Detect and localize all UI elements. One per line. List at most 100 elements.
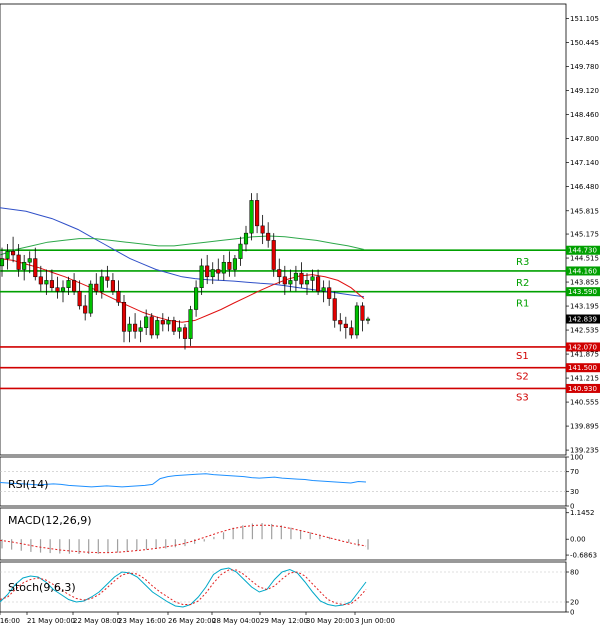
stoch-axis-tick-label: 80 bbox=[570, 569, 579, 577]
candle-body bbox=[182, 327, 188, 339]
rsi-axis-tick-label: 100 bbox=[570, 454, 583, 462]
price-axis-tick-label: 143.195 bbox=[570, 303, 599, 311]
candle-body bbox=[205, 265, 210, 278]
rsi-pane: 10070300RSI(14) bbox=[0, 454, 583, 511]
time-tick-label: 26 May 20:00 bbox=[168, 617, 216, 625]
candle-body bbox=[55, 287, 60, 292]
level-tag-text-r2: 144.160 bbox=[568, 267, 597, 275]
candle-body bbox=[332, 298, 337, 321]
level-tag-text-r3: 144.730 bbox=[568, 247, 597, 255]
price-axis-tick-label: 149.120 bbox=[570, 87, 599, 95]
candle-body bbox=[5, 251, 10, 259]
price-axis-tick-label: 147.140 bbox=[570, 159, 599, 167]
candle-body bbox=[243, 232, 249, 245]
candle-body bbox=[271, 240, 276, 270]
level-name-s1: S1 bbox=[516, 351, 529, 362]
candle-body bbox=[99, 276, 104, 292]
level-name-s2: S2 bbox=[516, 372, 529, 383]
price-pane: 151.105 150.445 149.780 149.120 148.460 147.8… bbox=[0, 3, 600, 456]
time-axis: 20 May 16:00 21 May 00:0022 May 08:0023 M… bbox=[0, 612, 395, 625]
candle-body bbox=[365, 318, 371, 321]
stoch-pane: 80 20 0 Stoch(9,6,3) bbox=[0, 561, 579, 617]
candle bbox=[88, 280, 93, 317]
candle-body bbox=[210, 269, 215, 278]
candle-body bbox=[232, 258, 237, 270]
stoch-axis-tick-label: 20 bbox=[570, 599, 579, 607]
candle-body bbox=[155, 320, 160, 336]
price-axis-tick-label: 145.175 bbox=[570, 231, 599, 239]
macd-axis-tick-label: -0.6863 bbox=[570, 552, 597, 560]
candle-body bbox=[38, 276, 43, 285]
candle-body bbox=[171, 320, 176, 332]
candle-body bbox=[49, 280, 54, 288]
price-axis-tick-label: 143.855 bbox=[570, 279, 599, 287]
candle-body bbox=[238, 243, 243, 259]
candle-body bbox=[260, 225, 265, 234]
time-tick-label: 23 May 16:00 bbox=[118, 617, 166, 625]
level-tag-text-s2: 141.500 bbox=[568, 364, 597, 372]
candle-body bbox=[177, 327, 182, 332]
macd-pane: 1.1452 0.00 -0.6863 MACD(12,26,9) bbox=[0, 507, 597, 561]
candle-body bbox=[194, 287, 199, 310]
candle-body bbox=[216, 269, 221, 274]
candle-body bbox=[66, 280, 71, 288]
level-name-s3: S3 bbox=[516, 392, 529, 403]
macd-axis-tick-label: 1.1452 bbox=[570, 509, 595, 517]
candle bbox=[354, 302, 359, 339]
candle-body bbox=[277, 269, 282, 278]
candle-body bbox=[110, 280, 115, 292]
candle-body bbox=[160, 320, 165, 325]
price-axis-tick-label: 142.535 bbox=[570, 327, 599, 335]
time-tick-label: 22 May 08:00 bbox=[73, 617, 121, 625]
candle-body bbox=[360, 305, 365, 321]
candle-body bbox=[227, 261, 232, 270]
candle-body bbox=[83, 305, 88, 314]
price-axis-tick-label: 139.895 bbox=[570, 423, 599, 431]
candle-body bbox=[266, 232, 271, 241]
candle bbox=[149, 313, 154, 339]
level-name-r1: R1 bbox=[516, 299, 529, 310]
price-axis-tick-label: 150.445 bbox=[570, 39, 599, 47]
candle-body bbox=[282, 276, 287, 285]
candle-body bbox=[188, 309, 193, 339]
level-tag-text-r1: 143.590 bbox=[568, 288, 597, 296]
stoch-pane-frame bbox=[0, 561, 567, 613]
candle-body bbox=[310, 276, 315, 281]
price-axis-tick-label: 140.555 bbox=[570, 399, 599, 407]
candle-body bbox=[33, 258, 38, 278]
candle-body bbox=[327, 287, 332, 299]
candle-body bbox=[72, 280, 77, 292]
trading-chart: 151.105 150.445 149.780 149.120 148.460 147.8… bbox=[0, 3, 600, 625]
time-tick-label: 30 May 20:00 bbox=[306, 617, 354, 625]
level-name-r3: R3 bbox=[516, 257, 529, 268]
candle-body bbox=[22, 261, 27, 270]
candle-body bbox=[149, 316, 154, 336]
candle-body bbox=[105, 276, 110, 281]
rsi-axis-tick-label: 70 bbox=[570, 468, 579, 476]
candle-body bbox=[16, 254, 21, 270]
time-tick-label: 20 May 16:00 bbox=[0, 617, 20, 625]
candle-body bbox=[299, 272, 304, 285]
macd-title: MACD(12,26,9) bbox=[8, 514, 92, 527]
macd-axis-tick-label: 0.00 bbox=[570, 536, 586, 544]
level-tag-text-s3: 140.930 bbox=[568, 385, 597, 393]
rsi-pane-frame bbox=[0, 456, 567, 507]
price-pane-frame bbox=[0, 3, 567, 456]
rsi-title: RSI(14) bbox=[8, 478, 48, 491]
candle-body bbox=[0, 258, 5, 267]
candle-body bbox=[44, 280, 49, 285]
candle bbox=[249, 193, 254, 241]
candle-body bbox=[60, 287, 66, 292]
candle-body bbox=[133, 323, 138, 332]
level-name-r2: R2 bbox=[516, 278, 529, 289]
price-axis-tick-label: 141.215 bbox=[570, 375, 599, 383]
last-price-text: 142.839 bbox=[568, 316, 597, 324]
candle-body bbox=[304, 280, 310, 285]
time-tick-label: 29 May 12:00 bbox=[260, 617, 308, 625]
candle-body bbox=[94, 283, 99, 292]
stoch-title: Stoch(9,6,3) bbox=[8, 581, 76, 594]
candle-body bbox=[288, 280, 293, 285]
time-tick-label: 3 Jun 00:00 bbox=[355, 617, 395, 625]
candle-body bbox=[249, 200, 254, 234]
candle-body bbox=[343, 323, 348, 328]
